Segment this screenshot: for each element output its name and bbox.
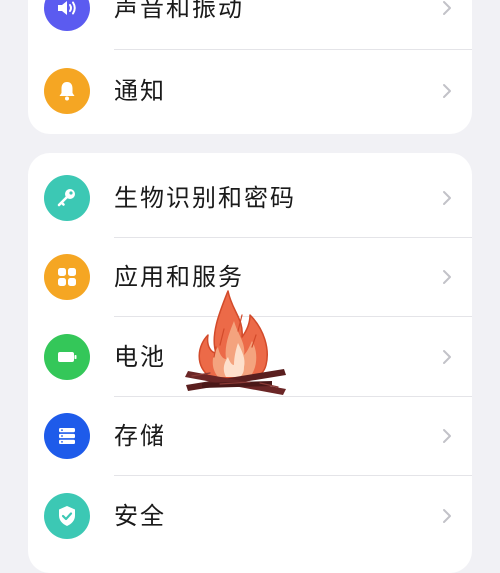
- campfire-icon: [185, 290, 286, 395]
- settings-item-storage[interactable]: 存储: [28, 396, 472, 476]
- storage-icon: [44, 413, 90, 459]
- chevron-right-icon: [443, 270, 451, 284]
- settings-item-label: 通知: [114, 77, 166, 105]
- chevron-right-icon: [443, 350, 451, 364]
- divider: [114, 49, 472, 50]
- settings-item-security[interactable]: 安全: [28, 476, 472, 556]
- apps-grid-icon: [44, 254, 90, 300]
- settings-item-label: 生物识别和密码: [114, 184, 296, 212]
- settings-item-sound-vibration[interactable]: 声音和振动: [28, 0, 472, 48]
- settings-item-label: 电池: [114, 343, 166, 371]
- settings-card-1: 声音和振动 通知: [28, 0, 472, 134]
- battery-icon: [44, 334, 90, 380]
- settings-item-label: 声音和振动: [114, 0, 244, 22]
- settings-item-notifications[interactable]: 通知: [28, 51, 472, 131]
- chevron-right-icon: [443, 84, 451, 98]
- speaker-icon: [44, 0, 90, 31]
- chevron-right-icon: [443, 429, 451, 443]
- chevron-right-icon: [443, 1, 451, 15]
- settings-item-biometrics-password[interactable]: 生物识别和密码: [28, 158, 472, 238]
- settings-item-label: 存储: [114, 422, 166, 450]
- key-icon: [44, 175, 90, 221]
- settings-item-label: 安全: [114, 502, 166, 530]
- bell-icon: [44, 68, 90, 114]
- chevron-right-icon: [443, 509, 451, 523]
- chevron-right-icon: [443, 191, 451, 205]
- shield-check-icon: [44, 493, 90, 539]
